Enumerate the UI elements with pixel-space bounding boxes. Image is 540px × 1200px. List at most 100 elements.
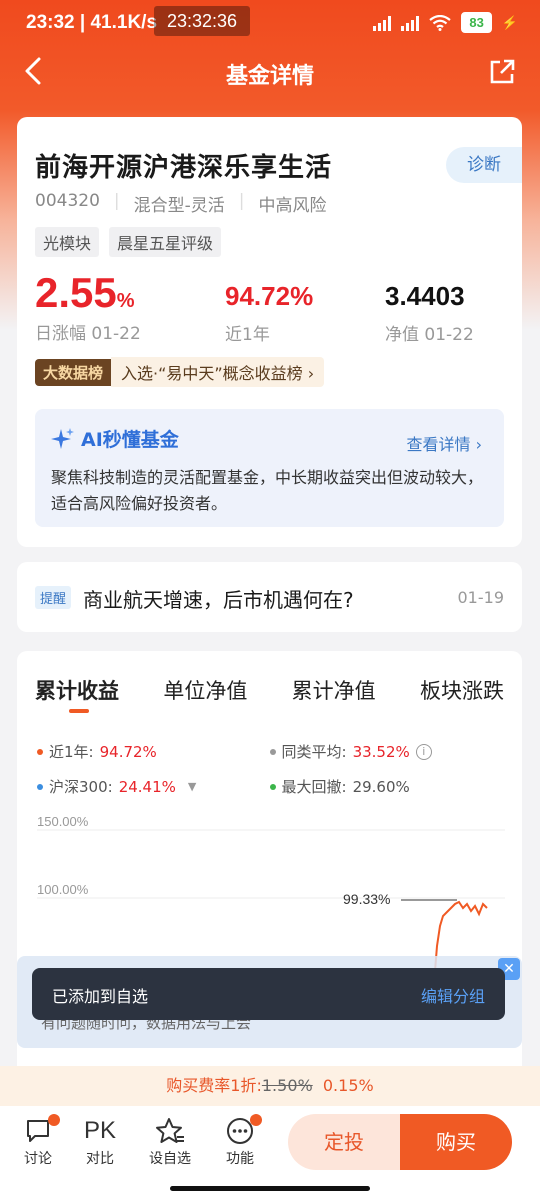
buy-button[interactable]: 购买 bbox=[400, 1114, 512, 1170]
fund-tags: 光模块 晨星五星评级 bbox=[35, 227, 222, 257]
chevron-right-icon: › bbox=[475, 435, 482, 454]
year-return-value: 94.72% bbox=[225, 281, 314, 311]
year-return-block: 94.72% 近1年 bbox=[225, 281, 313, 345]
discuss-label: 讨论 bbox=[24, 1151, 52, 1167]
legend-label: 同类平均: bbox=[281, 743, 347, 761]
share-button[interactable] bbox=[488, 58, 516, 86]
day-change-label: 日涨幅 01-22 bbox=[35, 324, 141, 344]
nav-value: 3.4403 bbox=[385, 281, 465, 311]
legend-item-csi300[interactable]: 沪深300: 24.41% ▼ bbox=[37, 776, 270, 797]
tab-cumulative-return[interactable]: 累计收益 bbox=[35, 675, 119, 705]
ai-header: AI秒懂基金 bbox=[51, 425, 179, 452]
compare-label: 对比 bbox=[86, 1151, 114, 1167]
ai-title: AI秒懂基金 bbox=[81, 429, 179, 451]
nav-block: 3.4403 净值 01-22 bbox=[385, 281, 474, 345]
pk-icon: PK bbox=[83, 1117, 116, 1144]
notice-card[interactable]: 提醒 商业航天增速，后市机遇何在? 01-19 bbox=[17, 562, 522, 632]
status-speed: 41.1K/s bbox=[90, 12, 158, 33]
star-icon-wrap bbox=[140, 1114, 200, 1148]
caret-down-icon: ▼ bbox=[187, 780, 197, 793]
fund-risk: 中高风险 bbox=[258, 196, 327, 216]
fund-code: 004320 bbox=[35, 191, 100, 211]
fee-label: 购买费率1折: bbox=[166, 1076, 262, 1095]
toast-added-watchlist: 已添加到自选 编辑分组 bbox=[32, 968, 505, 1020]
ai-details-label: 查看详情 bbox=[406, 435, 471, 454]
tab-cumulative-nav[interactable]: 累计净值 bbox=[292, 675, 376, 705]
discuss-button[interactable]: 讨论 bbox=[8, 1114, 68, 1168]
legend-item-1y: 近1年: 94.72% bbox=[37, 741, 270, 762]
status-time: 23:32 bbox=[26, 12, 75, 33]
legend-dot bbox=[37, 783, 43, 790]
star-icon bbox=[156, 1118, 184, 1143]
legend-item-max-drawdown: 最大回撤: 29.60% bbox=[269, 776, 503, 797]
add-watchlist-label: 设自选 bbox=[149, 1151, 191, 1167]
legend-label: 最大回撤: bbox=[281, 778, 347, 796]
functions-label: 功能 bbox=[226, 1151, 254, 1167]
status-icons: 83 ⚡ bbox=[373, 12, 518, 33]
chart-legend: 近1年: 94.72% 同类平均: 33.52% i 沪深300: 24.41% ▼ 最大… bbox=[37, 741, 502, 811]
nav-bar: 基金详情 bbox=[0, 48, 540, 96]
fund-tag[interactable]: 光模块 bbox=[35, 227, 100, 257]
divider: | bbox=[238, 191, 245, 211]
notice-text: 商业航天增速，后市机遇何在? bbox=[83, 588, 354, 612]
battery-icon: 83 bbox=[461, 12, 492, 33]
legend-dot bbox=[37, 748, 43, 755]
sparkle-icon bbox=[51, 427, 74, 449]
fee-old: 1.50% bbox=[261, 1076, 313, 1095]
tab-sector-change[interactable]: 板块涨跌 bbox=[420, 675, 504, 705]
legend-row: 沪深300: 24.41% ▼ 最大回撤: 29.60% bbox=[37, 776, 502, 797]
bigdata-text: 入选·“易中天”概念收益榜 › bbox=[111, 357, 325, 387]
signal-icon bbox=[373, 15, 392, 31]
fund-name: 前海开源沪港深乐享生活 bbox=[35, 153, 333, 183]
bigdata-ranking-banner[interactable]: 大数据榜 入选·“易中天”概念收益榜 › bbox=[35, 357, 325, 387]
functions-button[interactable]: 功能 bbox=[210, 1114, 270, 1168]
bigdata-badge: 大数据榜 bbox=[35, 358, 112, 386]
diagnose-button[interactable]: 诊断 bbox=[446, 147, 522, 183]
nav-label: 净值 01-22 bbox=[385, 325, 474, 345]
tab-unit-nav[interactable]: 单位净值 bbox=[163, 675, 247, 705]
year-return-label: 近1年 bbox=[225, 325, 270, 345]
home-indicator bbox=[170, 1186, 370, 1191]
status-center-time: 23:32:36 bbox=[154, 6, 250, 36]
legend-value: 24.41% bbox=[118, 777, 176, 796]
fund-summary-card: 前海开源沪港深乐享生活 诊断 004320 | 混合型-灵活 | 中高风险 光模… bbox=[17, 117, 522, 547]
ai-details-link[interactable]: 查看详情 › bbox=[406, 431, 482, 455]
edit-group-link[interactable]: 编辑分组 bbox=[421, 983, 485, 1007]
share-icon bbox=[490, 59, 515, 84]
ai-description: 聚焦科技制造的灵活配置基金，中长期收益突出但波动较大，适合高风险偏好投资者。 bbox=[51, 468, 484, 513]
y-tick-label: 150.00% bbox=[37, 816, 89, 829]
notice-date: 01-19 bbox=[457, 588, 505, 607]
day-change-value: 2.55% bbox=[35, 269, 141, 317]
legend-item-peer-avg: 同类平均: 33.52% i bbox=[269, 741, 503, 762]
discuss-icon-wrap bbox=[8, 1114, 68, 1148]
signal-icon bbox=[401, 15, 420, 31]
info-icon[interactable]: i bbox=[415, 743, 432, 760]
notification-dot bbox=[48, 1114, 60, 1126]
chart-tabs: 累计收益 单位净值 累计净值 板块涨跌 bbox=[35, 675, 504, 705]
legend-value: 94.72% bbox=[99, 742, 157, 761]
legend-dot bbox=[269, 748, 276, 755]
page-title: 基金详情 bbox=[225, 64, 314, 89]
wifi-icon bbox=[429, 14, 452, 31]
bigdata-text-label: 入选·“易中天”概念收益榜 bbox=[121, 364, 303, 383]
legend-dot bbox=[269, 783, 276, 790]
legend-label: 沪深300: bbox=[49, 778, 113, 796]
legend-row: 近1年: 94.72% 同类平均: 33.52% i bbox=[37, 741, 502, 762]
auto-invest-button[interactable]: 定投 bbox=[288, 1114, 400, 1170]
ai-summary-box: AI秒懂基金 查看详情 › 聚焦科技制造的灵活配置基金，中长期收益突出但波动较大… bbox=[35, 409, 504, 527]
add-watchlist-button[interactable]: 设自选 bbox=[140, 1114, 200, 1168]
notice-tag: 提醒 bbox=[35, 586, 72, 609]
purchase-fee-bar: 购买费率1折:1.50% 0.15% bbox=[0, 1066, 540, 1106]
status-left: 23:32 | 41.1K/s bbox=[26, 12, 158, 33]
compare-button[interactable]: PK 对比 bbox=[70, 1114, 130, 1168]
fund-type: 混合型-灵活 bbox=[133, 196, 225, 216]
more-icon-wrap bbox=[210, 1114, 270, 1148]
y-tick-label: 100.00% bbox=[37, 882, 89, 897]
legend-value: 33.52% bbox=[352, 742, 410, 761]
fee-new: 0.15% bbox=[322, 1076, 374, 1095]
notification-dot bbox=[250, 1114, 262, 1126]
status-bar: 23:32 | 41.1K/s 23:32:36 83 ⚡ bbox=[0, 0, 540, 48]
day-change-number: 2.55 bbox=[35, 269, 117, 316]
fund-tag[interactable]: 晨星五星评级 bbox=[109, 227, 222, 257]
legend-value: 29.60% bbox=[352, 777, 410, 796]
